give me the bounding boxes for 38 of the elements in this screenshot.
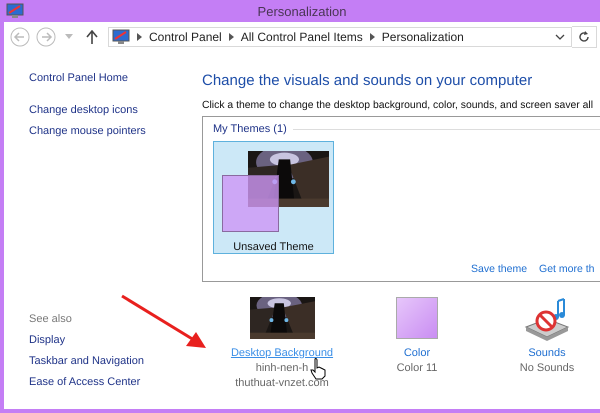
breadcrumb[interactable]: Control Panel xyxy=(149,30,222,44)
setting-detail: hinh-nen-h xyxy=(256,361,308,376)
setting-detail: Color 11 xyxy=(396,361,438,376)
monitor-icon xyxy=(112,29,130,45)
refresh-icon xyxy=(578,31,590,43)
sidebar-link[interactable]: Taskbar and Navigation xyxy=(29,351,144,372)
chevron-icon xyxy=(228,33,234,41)
setting-detail: thuthuat-vnzet.com xyxy=(235,376,329,391)
setting-detail: No Sounds xyxy=(520,361,574,376)
group-label: My Themes (1) xyxy=(213,123,287,135)
breadcrumb[interactable]: Personalization xyxy=(382,30,464,44)
sidebar-link[interactable]: Ease of Access Center xyxy=(29,372,140,393)
address-bar[interactable]: Control Panel All Control Panel Items Personalization xyxy=(108,27,572,47)
setting-link[interactable]: Color xyxy=(404,347,430,359)
sidebar-link[interactable]: Control Panel Home xyxy=(29,68,128,89)
setting-link[interactable]: Sounds xyxy=(528,347,566,359)
window-title: Personalization xyxy=(258,4,346,18)
link[interactable]: Save theme xyxy=(471,263,528,275)
monitor-icon xyxy=(6,3,24,19)
sidebar-link[interactable]: Change mouse pointers xyxy=(29,121,146,142)
link[interactable]: Get more th xyxy=(539,263,594,275)
hand-cursor-icon xyxy=(310,358,326,380)
color-swatch xyxy=(396,297,438,339)
breadcrumb[interactable]: All Control Panel Items xyxy=(240,30,363,44)
chevron-icon xyxy=(370,33,375,41)
sidebar-link[interactable]: Display xyxy=(29,330,66,351)
muted-notes-icon xyxy=(522,297,572,341)
dropdown-caret-icon xyxy=(555,34,565,40)
chevron-icon xyxy=(137,33,142,41)
section-label: See also xyxy=(29,312,72,327)
sidebar-link[interactable]: Change desktop icons xyxy=(29,100,138,121)
color-swatch xyxy=(222,175,278,232)
refresh-button[interactable] xyxy=(572,26,597,48)
theme-name: Unsaved Theme xyxy=(233,241,314,253)
description-text: Click a theme to change the desktop background, color, sounds, and screen saver all xyxy=(202,100,594,111)
dropdown-caret-icon xyxy=(65,34,73,40)
theme-tile[interactable]: Unsaved Theme xyxy=(213,141,334,254)
page-heading: Change the visuals and sounds on your computer xyxy=(202,72,534,89)
